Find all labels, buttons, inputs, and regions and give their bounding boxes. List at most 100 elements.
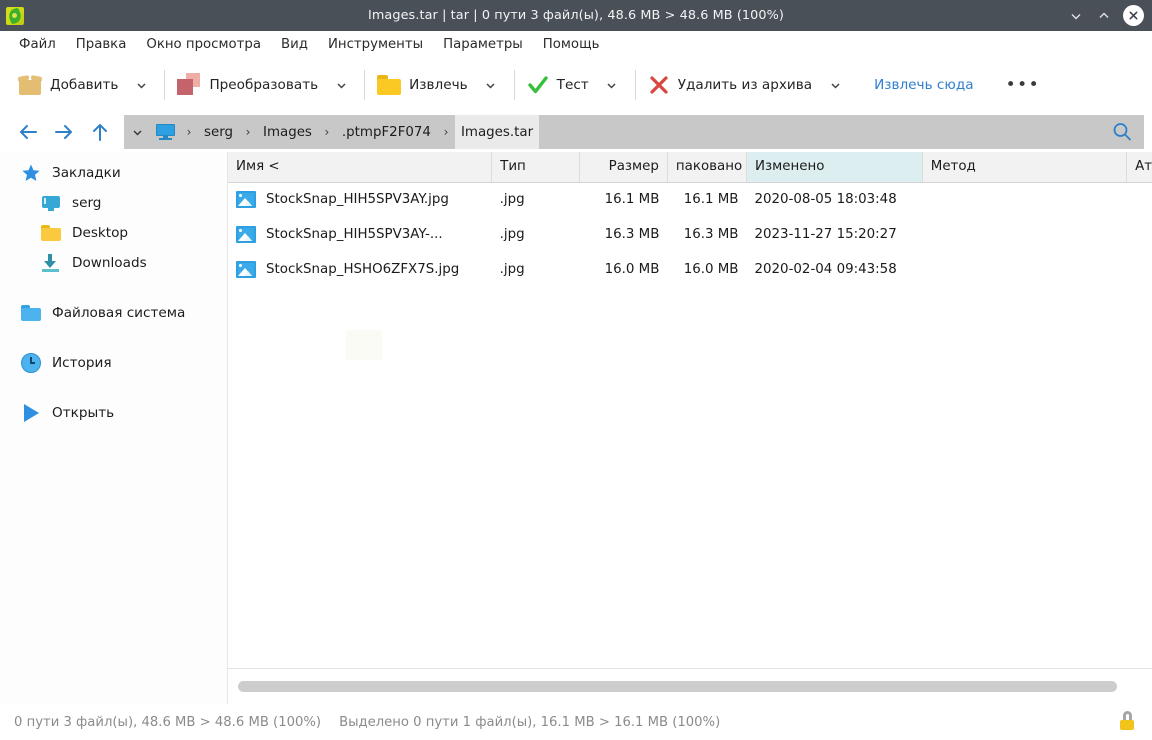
peazip-icon [6, 6, 24, 25]
cell-name[interactable]: StockSnap_HSHO6ZFX7S.jpg [228, 252, 492, 287]
toolbar-group-test: Тест [521, 58, 629, 112]
column-header-method[interactable]: Метод [922, 152, 1128, 183]
sidebar-item-label: История [52, 355, 112, 371]
table-row[interactable]: StockSnap_HSHO6ZFX7S.jpg .jpg 16.0 MB 16… [228, 252, 1152, 287]
add-button[interactable]: Добавить [12, 66, 124, 104]
chevron-down-icon [337, 82, 346, 89]
image-file-icon [236, 191, 256, 209]
delete-button-label: Удалить из архива [677, 77, 813, 93]
column-header-type[interactable]: Тип [491, 152, 581, 183]
cell-packed: 16.3 MB [683, 227, 739, 242]
close-icon [1129, 11, 1138, 20]
toolbar-group-extract: Извлечь [371, 58, 508, 112]
breadcrumb[interactable]: › serg › Images › .ptmpF2F074 › Images.t… [124, 115, 1144, 149]
breadcrumb-item-ptmp[interactable]: .ptmpF2F074 [336, 115, 437, 149]
test-dropdown-button[interactable] [595, 66, 629, 104]
breadcrumb-item-serg[interactable]: serg [198, 115, 239, 149]
menu-edit[interactable]: Правка [66, 34, 137, 55]
extract-dropdown-button[interactable] [474, 66, 508, 104]
up-button[interactable] [82, 115, 118, 149]
add-button-label: Добавить [50, 77, 119, 93]
folder-blue-icon [20, 302, 42, 324]
cell-type: .jpg [499, 262, 525, 277]
sidebar-item-label: Файловая система [52, 305, 186, 321]
column-header-name[interactable]: Имя < [228, 152, 493, 183]
delete-dropdown-button[interactable] [818, 66, 852, 104]
menu-tools[interactable]: Инструменты [318, 34, 433, 55]
delete-button[interactable]: Удалить из архива [642, 66, 818, 104]
minimize-button[interactable] [1063, 3, 1089, 29]
toolbar-separator [364, 70, 366, 100]
computer-monitor-icon [40, 192, 62, 214]
folder-yellow-icon [40, 222, 62, 244]
column-header-size[interactable]: Размер [579, 152, 668, 183]
column-header-attributes[interactable]: Атрибу [1126, 152, 1152, 183]
checkmark-icon [527, 74, 549, 96]
toolbar-separator [634, 70, 636, 100]
cell-size: 16.3 MB [604, 227, 660, 242]
convert-button[interactable]: Преобразовать [171, 66, 324, 104]
breadcrumb-item-images[interactable]: Images [257, 115, 318, 149]
sidebar: Закладки serg Desktop Downloads Файловая… [0, 152, 228, 704]
cell-attributes [1127, 182, 1152, 217]
chevron-down-icon [137, 82, 146, 89]
column-header-packed[interactable]: паковано [667, 152, 748, 183]
extract-button[interactable]: Извлечь [371, 66, 474, 104]
sidebar-item-filesystem[interactable]: Файловая система [0, 298, 227, 328]
status-bar: 0 пути 3 файл(ы), 48.6 MB > 48.6 MB (100… [0, 704, 1152, 740]
menu-view[interactable]: Вид [271, 34, 318, 55]
cell-name[interactable]: StockSnap_HIH5SPV3AY-... [228, 217, 492, 252]
file-name-label: StockSnap_HIH5SPV3AY-... [266, 227, 443, 242]
convert-dropdown-button[interactable] [324, 66, 358, 104]
menu-help[interactable]: Помощь [533, 34, 610, 55]
forward-button[interactable] [46, 115, 82, 149]
sidebar-item-desktop[interactable]: Desktop [0, 218, 227, 248]
back-button[interactable] [10, 115, 46, 149]
horizontal-scrollbar-thumb[interactable] [238, 681, 1117, 692]
cell-method [922, 252, 1126, 287]
sidebar-item-open[interactable]: Открыть [0, 398, 227, 428]
sidebar-item-serg[interactable]: serg [0, 188, 227, 218]
convert-squares-icon [177, 73, 201, 97]
cell-packed: 16.1 MB [683, 192, 739, 208]
add-dropdown-button[interactable] [124, 66, 158, 104]
table-row[interactable]: StockSnap_HIH5SPV3AY-... .jpg 16.3 MB 16… [228, 217, 1152, 252]
cell-type: .jpg [499, 192, 525, 208]
search-button[interactable] [1100, 115, 1144, 149]
star-icon [20, 162, 42, 184]
unlocked-padlock-icon[interactable] [1118, 710, 1142, 734]
cell-method [922, 217, 1126, 252]
sidebar-item-label: serg [72, 195, 102, 211]
breadcrumb-computer-button[interactable] [150, 115, 180, 149]
box-icon [18, 74, 42, 96]
breadcrumb-dropdown-button[interactable] [124, 115, 150, 149]
sidebar-item-downloads[interactable]: Downloads [0, 248, 227, 278]
search-icon [1113, 123, 1131, 141]
cell-attributes [1127, 217, 1152, 252]
extract-here-link[interactable]: Извлечь сюда [870, 71, 977, 99]
file-list-body: StockSnap_HIH5SPV3AY.jpg .jpg 16.1 MB 16… [228, 182, 1152, 287]
sidebar-item-label: Desktop [72, 225, 129, 241]
test-button[interactable]: Тест [521, 66, 595, 104]
maximize-button[interactable] [1091, 3, 1117, 29]
convert-button-label: Преобразовать [209, 77, 319, 93]
menu-options[interactable]: Параметры [433, 34, 533, 55]
window-title: Images.tar | tar | 0 пути 3 файл(ы), 48.… [367, 8, 784, 23]
test-button-label: Тест [556, 77, 589, 93]
close-button[interactable] [1123, 5, 1144, 26]
cell-name[interactable]: StockSnap_HIH5SPV3AY.jpg [228, 182, 492, 217]
breadcrumb-item-current[interactable]: Images.tar [454, 115, 540, 149]
table-row[interactable]: StockSnap_HIH5SPV3AY.jpg .jpg 16.1 MB 16… [228, 182, 1152, 217]
toolbar-overflow-button[interactable]: ••• [996, 74, 1051, 96]
sidebar-item-bookmarks[interactable]: Закладки [0, 158, 227, 188]
image-file-icon [236, 261, 256, 278]
sidebar-item-history[interactable]: История [0, 348, 227, 378]
toolbar-separator [513, 70, 515, 100]
breadcrumb-empty-space[interactable] [539, 115, 1100, 149]
horizontal-scrollbar-track[interactable] [236, 681, 1142, 692]
menu-file[interactable]: Файл [9, 34, 66, 55]
menu-viewer[interactable]: Окно просмотра [136, 34, 271, 55]
column-header-modified[interactable]: Изменено [746, 152, 923, 183]
extract-button-label: Извлечь [409, 77, 468, 93]
